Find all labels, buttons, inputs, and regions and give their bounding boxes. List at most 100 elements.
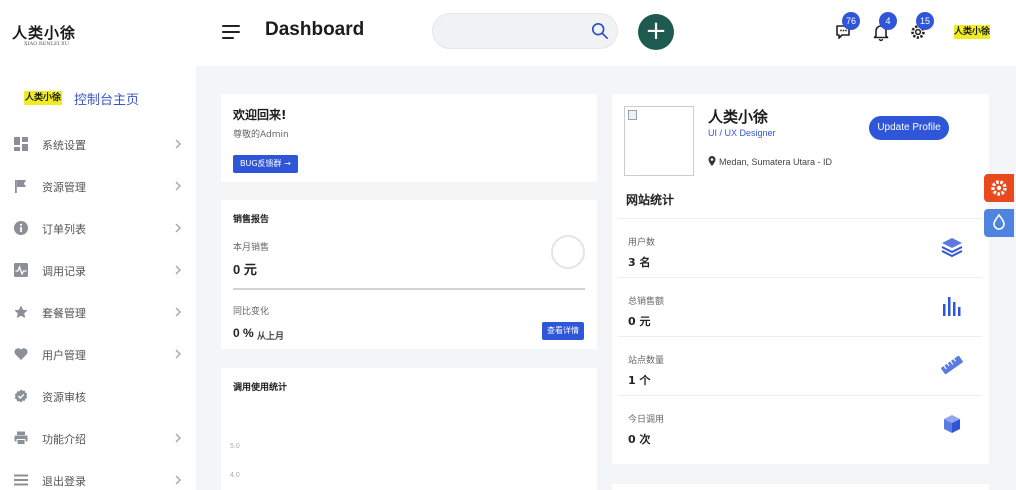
droplet-icon [993, 213, 1005, 230]
sidebar-item-logout[interactable]: 退出登录 [0, 460, 196, 490]
brand-logo: 人类小徐 [24, 91, 62, 105]
settings-badge: 15 [916, 12, 934, 30]
usage-stats-card: 调用使用统计 5.0 4.0 [221, 368, 597, 490]
stat-label: 用户数 [628, 238, 656, 248]
chevron-right-icon [175, 139, 182, 149]
messages-badge: 76 [842, 12, 860, 30]
profile-name: 人类小徐 [708, 108, 769, 126]
search-input[interactable] [447, 22, 587, 40]
sidebar-item-label: 套餐管理 [42, 307, 86, 320]
map-marker-icon [708, 156, 716, 166]
chevron-right-icon [175, 307, 182, 317]
sidebar-item-label: 调用记录 [42, 265, 86, 278]
sidebar-item-review[interactable]: 资源审核 [0, 376, 196, 418]
change-value: 0 % [233, 326, 254, 340]
sidebar-item-features[interactable]: 功能介绍 [0, 418, 196, 460]
brand-label: 控制台主页 [74, 93, 140, 108]
chevron-right-icon [175, 181, 182, 191]
menu-icon [14, 474, 28, 486]
profile-location-text: Medan, Sumatera Utara - ID [719, 157, 833, 167]
stat-value: 0 元 [628, 315, 651, 328]
y-axis-tick: 4.0 [230, 472, 240, 479]
sidebar-item-label: 退出登录 [42, 475, 86, 488]
sidebar-item-call-records[interactable]: 调用记录 [0, 250, 196, 292]
profile-card: 人类小徐 UI / UX Designer Update Profile Med… [612, 94, 989, 464]
update-profile-button[interactable]: Update Profile [869, 116, 949, 140]
stat-row-total-sales: 总销售额 0 元 [618, 277, 982, 336]
messages-button[interactable]: 76 [834, 12, 860, 42]
chevron-right-icon [175, 223, 182, 233]
sidebar-item-label: 功能介绍 [42, 433, 86, 446]
verified-icon [14, 389, 28, 403]
broken-image-icon [628, 110, 637, 120]
welcome-title: 欢迎回来! [233, 108, 287, 122]
dashboard-grid-icon [14, 137, 28, 151]
sidebar: 人类小徐 控制台主页 系统设置 资源管理 订单列表 调用记录 套餐管理 用户管理… [0, 66, 196, 490]
divider [233, 288, 585, 290]
chevron-right-icon [175, 265, 182, 275]
stat-label: 今日调用 [628, 415, 665, 425]
app-logo-subtext: XIAO RENLEI XU [24, 41, 69, 47]
stat-value: 1 个 [628, 374, 651, 387]
add-button[interactable]: + [638, 14, 674, 50]
site-stats-title: 网站统计 [626, 193, 675, 207]
menu-toggle-icon[interactable] [222, 25, 240, 39]
star-icon [14, 305, 28, 318]
sidebar-item-resource-management[interactable]: 资源管理 [0, 166, 196, 208]
search-icon[interactable] [591, 22, 609, 40]
change-label: 同比变化 [233, 307, 270, 317]
profile-location: Medan, Sumatera Utara - ID [708, 156, 832, 167]
stat-value: 0 次 [628, 433, 651, 446]
loading-spinner [551, 235, 585, 269]
stat-label: 总销售额 [628, 297, 665, 307]
welcome-subtitle: 尊敬的Admin [233, 130, 289, 140]
sidebar-item-system-settings[interactable]: 系统设置 [0, 124, 196, 166]
gear-icon [991, 180, 1007, 196]
sidebar-item-orders[interactable]: 订单列表 [0, 208, 196, 250]
change-suffix: 从上月 [257, 332, 285, 342]
top-bar: 人类小徐 XIAO RENLEI XU Dashboard + 76 4 15 … [0, 0, 1016, 66]
alerts-badge: 4 [879, 12, 897, 30]
monthly-sales-value: 0 元 [233, 262, 257, 277]
ruler-icon [941, 355, 963, 375]
cube-icon [944, 415, 960, 433]
sidebar-item-packages[interactable]: 套餐管理 [0, 292, 196, 334]
sidebar-item-label: 资源管理 [42, 181, 86, 194]
sidebar-item-label: 用户管理 [42, 349, 86, 362]
monthly-sales-label: 本月销售 [233, 243, 270, 253]
settings-button[interactable]: 15 [908, 12, 934, 42]
app-logo[interactable]: 人类小徐 XIAO RENLEI XU [12, 22, 76, 47]
search-box[interactable] [432, 13, 618, 49]
stat-value: 3 名 [628, 256, 651, 269]
sidebar-item-label: 系统设置 [42, 139, 86, 152]
chevron-right-icon [175, 349, 182, 359]
profile-role: UI / UX Designer [708, 128, 776, 138]
user-avatar[interactable]: 人类小徐 [954, 25, 990, 39]
bug-feedback-button[interactable]: BUG反馈群 → [233, 155, 298, 173]
theme-settings-button[interactable] [984, 174, 1014, 202]
stat-row-today-calls: 今日调用 0 次 [618, 395, 982, 454]
sidebar-item-users[interactable]: 用户管理 [0, 334, 196, 376]
page-title: Dashboard [265, 19, 365, 40]
next-card [612, 484, 989, 490]
stat-label: 站点数量 [628, 356, 665, 366]
stat-row-site-count: 站点数量 1 个 [618, 336, 982, 395]
usage-stats-title: 调用使用统计 [233, 383, 288, 393]
bar-chart-icon [943, 297, 961, 316]
profile-image [624, 106, 694, 176]
stat-row-users: 用户数 3 名 [618, 218, 982, 277]
welcome-card: 欢迎回来! 尊敬的Admin BUG反馈群 → [221, 94, 597, 182]
printer-icon [14, 431, 28, 445]
sidebar-item-label: 资源审核 [42, 391, 86, 404]
sales-report-card: 销售报告 本月销售 0 元 同比变化 0 % 从上月 查看详情 [221, 200, 597, 349]
chevron-right-icon [175, 475, 182, 485]
flag-icon [15, 180, 26, 193]
sales-report-title: 销售报告 [233, 215, 270, 225]
view-details-button[interactable]: 查看详情 [542, 322, 584, 340]
theme-color-button[interactable] [984, 209, 1014, 237]
alerts-button[interactable]: 4 [871, 12, 897, 42]
y-axis-tick: 5.0 [230, 443, 240, 450]
heart-icon [14, 348, 28, 360]
sidebar-item-label: 订单列表 [42, 223, 86, 236]
layers-icon [941, 238, 963, 258]
